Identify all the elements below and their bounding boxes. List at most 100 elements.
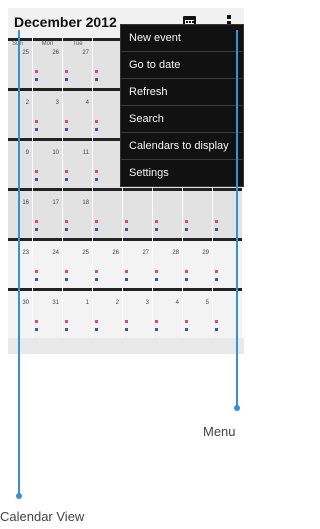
event-marker [65, 128, 68, 131]
calendar-view-callout-line [18, 30, 20, 496]
event-marker [65, 328, 68, 331]
calendar-day-cell[interactable]: 3 [122, 288, 152, 338]
calendar-day-cell[interactable] [152, 188, 182, 238]
event-marker [185, 278, 188, 281]
day-number: 5 [205, 300, 209, 306]
day-number: 3 [145, 300, 149, 306]
event-marker [125, 228, 128, 231]
event-marker [35, 270, 38, 273]
menu-item-search[interactable]: Search [121, 106, 243, 133]
menu-item-settings[interactable]: Settings [121, 160, 243, 186]
day-number: 11 [82, 150, 89, 156]
calendar-day-cell[interactable]: 5 [182, 288, 212, 338]
calendar-day-cell[interactable]: 3 [32, 88, 62, 138]
calendar-day-cell[interactable]: 27 [122, 238, 152, 288]
calendar-day-cell[interactable]: 24 [32, 238, 62, 288]
event-marker [35, 170, 38, 173]
menu-callout-label: Menu [203, 424, 236, 439]
month-title[interactable]: December 2012 [14, 14, 117, 30]
event-marker [35, 320, 38, 323]
calendar-day-cell[interactable]: 31 [32, 288, 62, 338]
calendar-day-cell[interactable]: 16 [8, 188, 32, 238]
day-number: 26 [112, 250, 119, 256]
menu-item-refresh[interactable]: Refresh [121, 79, 243, 106]
day-number: 2 [25, 100, 29, 106]
calendar-day-cell[interactable]: 17 [32, 188, 62, 238]
event-marker [65, 120, 68, 123]
event-marker [215, 278, 218, 281]
event-marker [125, 328, 128, 331]
menu-item-new-event[interactable]: New event [121, 25, 243, 52]
calendar-day-cell[interactable] [182, 188, 212, 238]
day-number: 25 [82, 250, 89, 256]
weekday-label: Tue [72, 41, 83, 47]
event-marker [95, 178, 98, 181]
calendar-day-cell[interactable] [92, 138, 122, 188]
day-number: 31 [52, 300, 59, 306]
event-marker [125, 270, 128, 273]
calendar-day-cell[interactable]: 4 [152, 288, 182, 338]
calendar-day-cell[interactable]: 29 [182, 238, 212, 288]
calendar-day-cell[interactable]: 26 [92, 238, 122, 288]
calendar-day-cell[interactable] [92, 88, 122, 138]
event-marker [35, 328, 38, 331]
day-number: 2 [115, 300, 119, 306]
calendar-day-cell[interactable]: 23 [8, 238, 32, 288]
menu-callout-line [236, 30, 238, 408]
day-number: 28 [172, 250, 179, 256]
event-marker [95, 228, 98, 231]
weekday-label: Mon [41, 41, 54, 47]
menu-item-go-to-date[interactable]: Go to date [121, 52, 243, 79]
calendar-day-cell[interactable]: Mon 26 [32, 38, 62, 88]
event-marker [125, 278, 128, 281]
calendar-day-cell[interactable] [92, 188, 122, 238]
calendar-day-cell[interactable]: 10 [32, 138, 62, 188]
day-number: 16 [22, 200, 29, 206]
event-marker [185, 328, 188, 331]
calendar-day-cell[interactable]: 11 [62, 138, 92, 188]
calendar-day-cell[interactable]: Tue 27 [62, 38, 92, 88]
weekday-label: Sun [8, 41, 32, 47]
event-marker [65, 78, 68, 81]
event-marker [95, 328, 98, 331]
event-marker [95, 120, 98, 123]
day-number: 23 [22, 250, 29, 256]
calendar-day-cell[interactable] [122, 188, 152, 238]
event-marker [65, 228, 68, 231]
day-number: 10 [52, 150, 59, 156]
event-marker [35, 178, 38, 181]
day-number: 3 [55, 100, 59, 106]
calendar-day-cell[interactable]: 28 [152, 238, 182, 288]
calendar-view-callout-label: Calendar View [0, 509, 85, 524]
day-number: 25 [22, 50, 29, 56]
event-marker [65, 270, 68, 273]
event-marker [35, 220, 38, 223]
calendar-day-cell[interactable] [92, 38, 122, 88]
event-marker [155, 228, 158, 231]
event-marker [215, 328, 218, 331]
calendar-day-cell[interactable]: 2 [92, 288, 122, 338]
calendar-day-cell[interactable]: 25 [62, 238, 92, 288]
calendar-day-cell[interactable]: 4 [62, 88, 92, 138]
day-number: 27 [142, 250, 149, 256]
calendar-view-callout-dot [16, 493, 22, 499]
calendar-day-cell[interactable]: 2 [8, 88, 32, 138]
day-number: 17 [52, 200, 59, 206]
event-marker [65, 320, 68, 323]
day-number: 18 [82, 200, 89, 206]
event-marker [65, 70, 68, 73]
event-marker [65, 178, 68, 181]
calendar-day-cell[interactable]: 30 [8, 288, 32, 338]
event-marker [95, 128, 98, 131]
event-marker [95, 320, 98, 323]
event-marker [95, 170, 98, 173]
menu-callout-dot [234, 405, 240, 411]
calendar-day-cell[interactable]: 9 [8, 138, 32, 188]
event-marker [215, 228, 218, 231]
calendar-day-cell[interactable]: Sun 25 [8, 38, 32, 88]
menu-item-calendars-to-display[interactable]: Calendars to display [121, 133, 243, 160]
calendar-day-cell[interactable]: 18 [62, 188, 92, 238]
calendar-day-cell[interactable]: 1 [62, 288, 92, 338]
event-marker [35, 128, 38, 131]
event-marker [95, 220, 98, 223]
